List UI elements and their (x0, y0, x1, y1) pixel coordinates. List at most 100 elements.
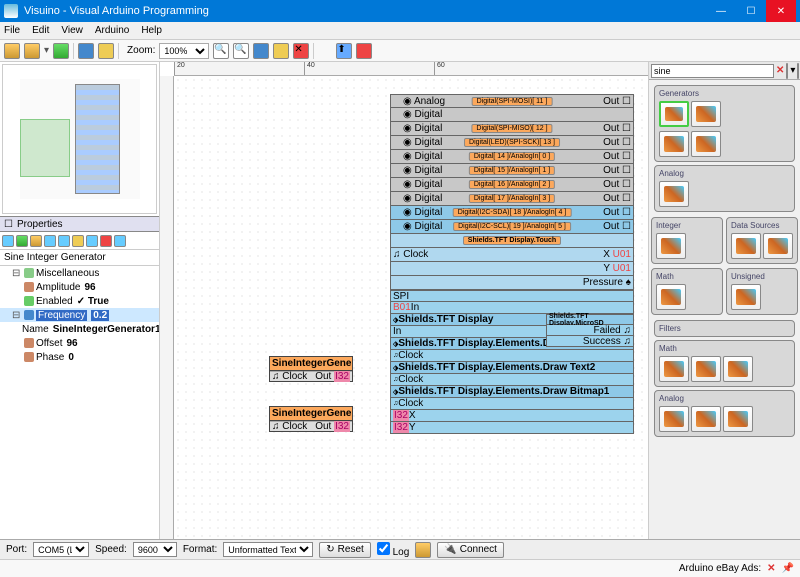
port-select[interactable]: COM5 (L (33, 542, 89, 557)
menu-file[interactable]: File (4, 25, 20, 36)
left-panel: ☐ Properties Sine Integer Generator ⊟Mis… (0, 62, 160, 539)
maximize-button[interactable]: ☐ (736, 0, 766, 22)
category-math: Math (651, 268, 723, 315)
palette-item[interactable] (723, 356, 753, 382)
menu-arduino[interactable]: Arduino (95, 25, 129, 36)
palette-item[interactable] (731, 233, 761, 259)
titlebar-title: Visuino - Visual Arduino Programming (24, 5, 706, 17)
format-label: Format: (183, 544, 217, 555)
prop-tool-icon[interactable] (44, 235, 56, 247)
prop-offset[interactable]: Offset96 (0, 336, 159, 350)
tool-icon[interactable] (98, 43, 114, 59)
zoom-in-icon[interactable]: 🔍 (213, 43, 229, 59)
palette-item[interactable] (659, 406, 689, 432)
palette-item[interactable] (656, 233, 686, 259)
prop-tool-icon[interactable] (30, 235, 42, 247)
format-select[interactable]: Unformatted Text (223, 542, 313, 557)
ad-bar: Arduino eBay Ads: ✕ 📌 (0, 559, 800, 577)
search-input[interactable] (651, 64, 774, 78)
palette-item[interactable] (659, 181, 689, 207)
prop-tool-icon[interactable] (2, 235, 14, 247)
speed-label: Speed: (95, 544, 127, 555)
connect-button[interactable]: 🔌 Connect (437, 542, 504, 558)
new-icon[interactable] (4, 43, 20, 59)
palette-item[interactable] (659, 356, 689, 382)
component-palette: ✕ ▾ Generators Analog (648, 62, 800, 539)
tool-icon[interactable] (78, 43, 94, 59)
minimize-button[interactable]: — (706, 0, 736, 22)
clear-search-icon[interactable]: ✕ (776, 65, 784, 76)
close-button[interactable]: ✕ (766, 0, 796, 22)
palette-item[interactable] (691, 131, 721, 157)
properties-toolbar (0, 232, 159, 250)
delete-icon[interactable]: ✕ (293, 43, 309, 59)
palette-item[interactable] (691, 101, 721, 127)
reset-button[interactable]: ↻ Reset (319, 542, 371, 558)
save-icon[interactable] (53, 43, 69, 59)
tool-icon[interactable] (253, 43, 269, 59)
palette-item[interactable] (763, 233, 793, 259)
shield-microsd-block[interactable]: Shields.TFT Display.MicroSD Failed ♫ Suc… (546, 314, 634, 347)
zoom-out-icon[interactable]: 🔍 (233, 43, 249, 59)
zoom-select[interactable]: 100% (159, 43, 209, 59)
menu-view[interactable]: View (61, 25, 83, 36)
overview-selection (20, 119, 70, 177)
ruler-vertical (160, 76, 174, 539)
titlebar: Visuino - Visual Arduino Programming — ☐… (0, 0, 800, 22)
palette-item[interactable] (656, 284, 686, 310)
prop-tool-icon[interactable] (114, 235, 126, 247)
tool-icon[interactable] (273, 43, 289, 59)
category-analog2: Analog (654, 390, 795, 437)
zoom-label: Zoom: (127, 45, 155, 56)
menubar: File Edit View Arduino Help (0, 22, 800, 40)
arduino-node[interactable]: ◉ AnalogDigital(SPI-MOSI)[ 11 ]Out ☐ ◉ D… (390, 94, 634, 290)
ruler-horizontal: 20 40 60 (174, 62, 648, 76)
canvas-area[interactable]: 20 40 60 SineIntegerGenerator1 ♫ ClockOu… (160, 62, 648, 539)
palette-item[interactable] (659, 131, 689, 157)
property-object-title: Sine Integer Generator (0, 250, 159, 266)
menu-edit[interactable]: Edit (32, 25, 49, 36)
prop-name[interactable]: NameSineIntegerGenerator1 (0, 322, 159, 336)
tool-icon[interactable] (356, 43, 372, 59)
overview-arduino-thumb (75, 84, 120, 194)
ad-close-icon[interactable]: ✕ (767, 563, 775, 574)
category-math2: Math (654, 340, 795, 387)
palette-tool-icon[interactable] (786, 63, 788, 79)
menu-help[interactable]: Help (141, 25, 162, 36)
status-tool-icon[interactable] (415, 542, 431, 558)
design-canvas[interactable]: SineIntegerGenerator1 ♫ ClockOut I32 Sin… (174, 76, 648, 539)
palette-item[interactable] (691, 356, 721, 382)
category-datasources: Data Sources (726, 217, 798, 264)
palette-item[interactable] (731, 284, 761, 310)
palette-item[interactable] (723, 406, 753, 432)
node-sine-generator-2[interactable]: SineIntegerGenerator2 ♫ ClockOut I32 (269, 406, 353, 432)
speed-select[interactable]: 9600 (133, 542, 177, 557)
open-icon[interactable] (24, 43, 40, 59)
prop-enabled[interactable]: Enabled✓ True (0, 294, 159, 308)
node-title: SineIntegerGenerator1 (270, 357, 352, 371)
palette-item[interactable] (659, 101, 689, 127)
prop-tool-icon[interactable] (16, 235, 28, 247)
pin-icon[interactable]: 📌 (782, 563, 794, 574)
log-checkbox[interactable]: Log (377, 542, 409, 558)
prop-tool-icon[interactable] (72, 235, 84, 247)
prop-frequency[interactable]: ⊟Frequency0.2 (0, 308, 159, 322)
prop-amplitude[interactable]: Amplitude96 (0, 280, 159, 294)
category-unsigned: Unsigned (726, 268, 798, 315)
tree-misc[interactable]: ⊟Miscellaneous (0, 266, 159, 280)
category-filters: Filters (654, 320, 795, 337)
node-title: SineIntegerGenerator2 (270, 407, 352, 421)
overview-panel[interactable] (2, 64, 157, 214)
property-tree: ⊟Miscellaneous Amplitude96 Enabled✓ True… (0, 266, 159, 539)
category-generators: Generators (654, 85, 795, 162)
prop-tool-icon[interactable] (86, 235, 98, 247)
prop-tool-icon[interactable] (100, 235, 112, 247)
palette-item[interactable] (691, 406, 721, 432)
prop-phase[interactable]: Phase0 (0, 350, 159, 364)
ad-label: Arduino eBay Ads: (679, 563, 761, 574)
upload-icon[interactable]: ⬆ (336, 43, 352, 59)
app-icon (4, 4, 18, 18)
palette-tool-icon[interactable] (797, 63, 799, 79)
node-sine-generator-1[interactable]: SineIntegerGenerator1 ♫ ClockOut I32 (269, 356, 353, 382)
prop-tool-icon[interactable] (58, 235, 70, 247)
